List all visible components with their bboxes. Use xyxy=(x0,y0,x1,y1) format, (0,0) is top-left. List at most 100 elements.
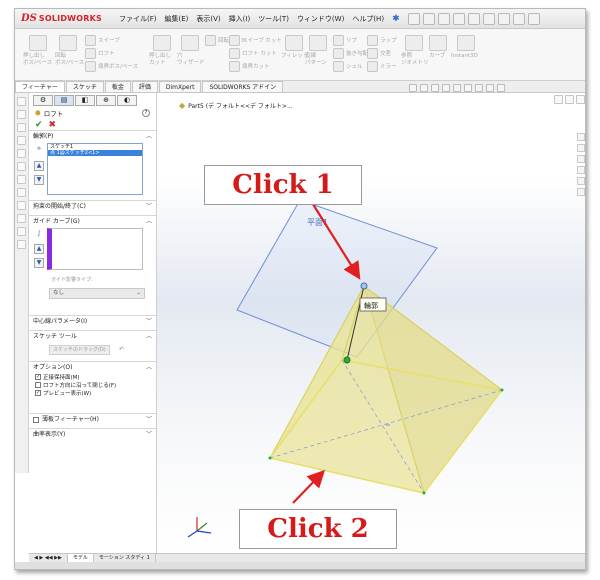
move-up-button[interactable]: ▲ xyxy=(34,244,44,254)
curves-button[interactable]: カーブ xyxy=(429,53,445,60)
instant3d-icon[interactable] xyxy=(457,35,475,51)
options-header[interactable]: オプション(O) ︿ xyxy=(33,363,152,373)
menu-view[interactable]: 表示(V) xyxy=(192,14,224,24)
view-orientation-icon[interactable] xyxy=(453,84,461,92)
rebuild-icon[interactable] xyxy=(497,12,510,25)
toolbar-icon[interactable] xyxy=(17,240,26,249)
draft-button[interactable]: 抜き勾配 xyxy=(333,48,368,59)
toolbar-icon[interactable] xyxy=(17,227,26,236)
solidworks-logo[interactable]: DS SOLIDWORKS xyxy=(21,13,111,24)
apex-point-handle[interactable] xyxy=(360,282,368,290)
tab-dimxpert[interactable]: DimXpert xyxy=(158,81,202,92)
menu-window[interactable]: ウィンドウ(W) xyxy=(293,14,348,24)
linear-pattern-button[interactable]: 直線 パターン xyxy=(305,53,327,67)
section-view-icon[interactable] xyxy=(442,84,450,92)
extrude-boss-button[interactable]: 押し出し ボス/ベース xyxy=(23,53,52,67)
toolbar-icon[interactable] xyxy=(17,136,26,145)
connector-handle[interactable] xyxy=(343,356,351,364)
tab-sheet-metal[interactable]: 板金 xyxy=(104,81,131,92)
toolbar-icon[interactable] xyxy=(17,97,26,106)
intersect-button[interactable]: 交差 xyxy=(367,48,391,59)
list-item[interactable]: 点 1@スケッチ2<1> xyxy=(48,150,142,156)
tab-sketch[interactable]: スケッチ xyxy=(65,81,104,92)
toolbar-icon[interactable] xyxy=(17,201,26,210)
thin-feature-header[interactable]: 薄板フィーチャー(H) ﹀ xyxy=(33,415,152,425)
graphics-area[interactable]: ◆ Part5 (デ フォルト<<デ フォルト>... 平面1 輪郭 Click… xyxy=(157,93,586,553)
options-gear-icon[interactable] xyxy=(527,12,540,25)
undo-drag-icon[interactable]: ↶ xyxy=(119,346,124,353)
toolbar-icon[interactable] xyxy=(17,188,26,197)
pin-icon[interactable]: ✱ xyxy=(392,14,400,24)
menu-edit[interactable]: 編集(E) xyxy=(161,14,193,24)
instant3d-button[interactable]: Instant3D xyxy=(451,53,478,60)
tab-nav-arrows[interactable]: ◀ ▶ ◀◀ ▶▶ xyxy=(29,554,68,562)
drag-sketch-button[interactable]: スケッチのドラッグ(D) xyxy=(49,345,110,355)
sketch-tools-header[interactable]: スケッチ ツール ︿ xyxy=(33,332,152,342)
guide-curves-list[interactable] xyxy=(47,228,143,270)
model-viewport[interactable]: 平面1 輪郭 xyxy=(157,93,586,553)
sweep-cut-button[interactable]: スイープ カット xyxy=(229,35,282,46)
centerline-parameters-header[interactable]: 中心線パラメータ(I) ﹀ xyxy=(33,317,152,327)
menu-help[interactable]: ヘルプ(H) xyxy=(348,14,388,24)
extrude-boss-icon[interactable] xyxy=(29,35,47,51)
toolbar-icon[interactable] xyxy=(17,110,26,119)
scene-icon[interactable] xyxy=(497,84,505,92)
help-icon[interactable]: ? xyxy=(142,109,150,117)
move-down-button[interactable]: ▼ xyxy=(34,258,44,268)
shell-button[interactable]: シェル xyxy=(333,61,363,72)
merge-tangent-faces-checkbox[interactable]: ✓ 正接保持面(M) xyxy=(35,373,152,381)
start-end-constraints-header[interactable]: 拘束の開始/終了(C) ﹀ xyxy=(33,202,152,212)
property-manager-tab-icon[interactable]: ▤ xyxy=(54,95,74,106)
guide-curves-header[interactable]: ガイド カーブ(G) ︿ xyxy=(33,217,152,227)
mirror-button[interactable]: ミラー xyxy=(367,61,397,72)
curvature-display-header[interactable]: 曲率表示(Y) ﹀ xyxy=(33,430,152,440)
display-manager-tab-icon[interactable]: ◐ xyxy=(117,95,137,106)
cancel-button[interactable]: ✖ xyxy=(49,120,57,130)
reference-geometry-icon[interactable] xyxy=(405,35,423,51)
dimxpert-manager-tab-icon[interactable]: ⊕ xyxy=(96,95,116,106)
loft-button[interactable]: ロフト xyxy=(85,48,115,59)
configuration-manager-tab-icon[interactable]: ◧ xyxy=(75,95,95,106)
profiles-list[interactable]: スケッチ1 点 1@スケッチ2<1> xyxy=(47,143,143,195)
save-icon[interactable] xyxy=(437,12,450,25)
toolbar-icon[interactable] xyxy=(17,162,26,171)
checkbox-unchecked-icon[interactable] xyxy=(33,417,39,423)
hole-wizard-button[interactable]: 穴 ウィザード xyxy=(177,53,205,67)
loft-cut-button[interactable]: ロフト カット xyxy=(229,48,277,59)
menu-tools[interactable]: ツール(T) xyxy=(254,14,293,24)
linear-pattern-icon[interactable] xyxy=(309,35,327,51)
move-down-button[interactable]: ▼ xyxy=(34,175,44,185)
tab-evaluate[interactable]: 評価 xyxy=(131,81,158,92)
hole-wizard-icon[interactable] xyxy=(181,35,199,51)
revolve-boss-icon[interactable] xyxy=(59,35,77,51)
open-icon[interactable] xyxy=(422,12,435,25)
hide-show-icon[interactable] xyxy=(475,84,483,92)
boundary-boss-button[interactable]: 境界ボス/ベース xyxy=(85,61,138,72)
guide-influence-dropdown[interactable]: なし ⌄ xyxy=(49,288,145,299)
fillet-icon[interactable] xyxy=(285,35,303,51)
tab-model[interactable]: モデル xyxy=(67,554,94,562)
toolbar-icon[interactable] xyxy=(17,149,26,158)
feature-manager-tab-icon[interactable]: ⚙ xyxy=(33,95,53,106)
previous-view-icon[interactable] xyxy=(431,84,439,92)
profiles-header[interactable]: 輪郭(P) ︿ xyxy=(33,132,152,142)
tab-motion-study[interactable]: モーション スタディ 1 xyxy=(94,554,156,562)
zoom-fit-icon[interactable] xyxy=(409,84,417,92)
extrude-cut-button[interactable]: 押し出し カット xyxy=(149,53,171,67)
revolve-boss-button[interactable]: 回転 ボス/ベース xyxy=(55,53,84,67)
toolbar-icon[interactable] xyxy=(17,175,26,184)
file-properties-icon[interactable] xyxy=(512,12,525,25)
extrude-cut-icon[interactable] xyxy=(153,35,171,51)
select-icon[interactable] xyxy=(482,12,495,25)
curves-icon[interactable] xyxy=(429,35,447,51)
move-up-button[interactable]: ▲ xyxy=(34,161,44,171)
toolbar-icon[interactable] xyxy=(17,123,26,132)
menu-file[interactable]: ファイル(F) xyxy=(115,14,161,24)
sweep-button[interactable]: スイープ xyxy=(85,35,120,46)
appearance-icon[interactable] xyxy=(486,84,494,92)
reference-geometry-button[interactable]: 参照 ジオメトリ xyxy=(401,53,429,67)
tab-features[interactable]: フィーチャー xyxy=(15,81,65,92)
tab-addins[interactable]: SOLIDWORKS アドイン xyxy=(202,81,284,92)
print-icon[interactable] xyxy=(452,12,465,25)
display-style-icon[interactable] xyxy=(464,84,472,92)
